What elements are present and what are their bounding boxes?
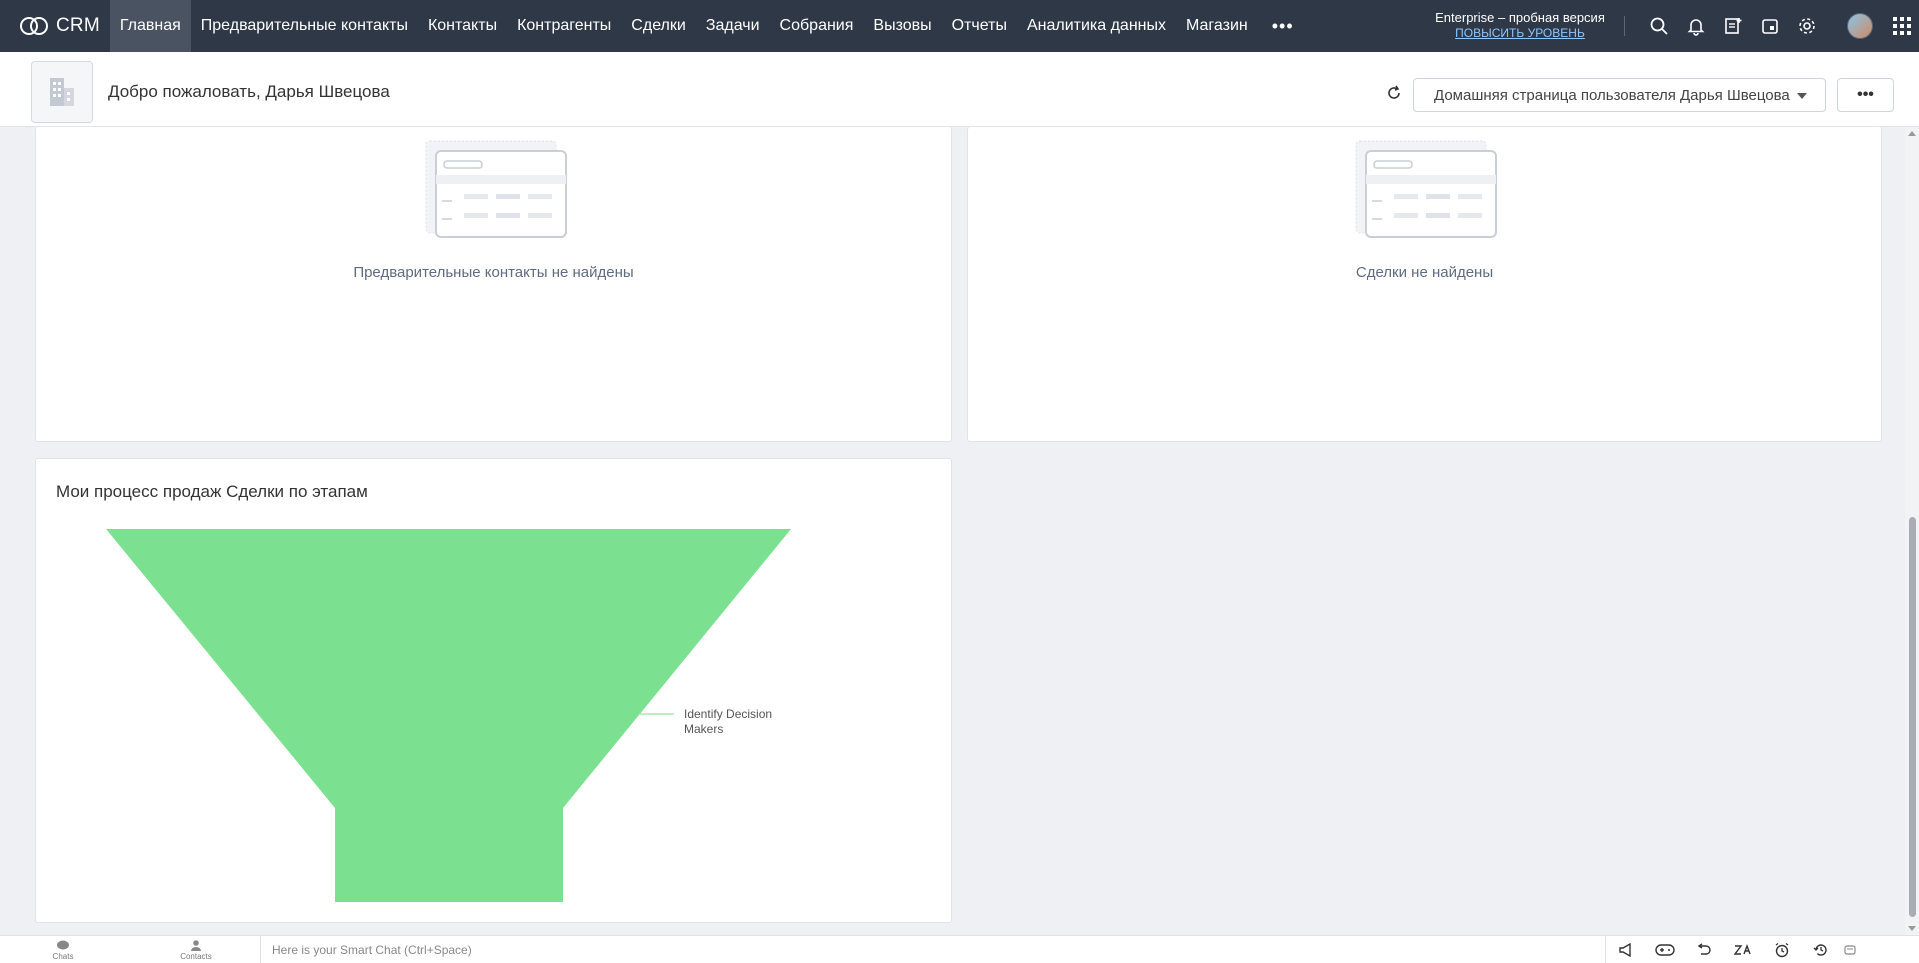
search-icon (1650, 17, 1668, 35)
upgrade-link[interactable]: ПОВЫСИТЬ УРОВЕНЬ (1430, 26, 1610, 41)
alarm-clock-icon (1775, 942, 1788, 958)
add-record-icon (1724, 18, 1741, 34)
chats-tab[interactable]: Chats (45, 936, 81, 963)
crm-logo-icon (20, 17, 48, 35)
person-icon (191, 939, 201, 951)
empty-table-illustration-icon (425, 140, 567, 238)
refresh-button[interactable] (1383, 82, 1405, 104)
calendar-button[interactable] (1751, 0, 1788, 52)
organization-logo[interactable] (31, 61, 93, 123)
notifications-button[interactable] (1677, 0, 1714, 52)
nav-divider (1624, 16, 1625, 36)
megaphone-icon (1618, 943, 1631, 957)
home-header: Добро пожаловать, Дарья Швецова Домашняя… (0, 52, 1919, 127)
tab-leads[interactable]: Предварительные контакты (191, 0, 418, 52)
scroll-thumb[interactable] (1909, 517, 1916, 917)
crm-logo[interactable]: CRM (0, 0, 110, 52)
building-icon (50, 78, 74, 106)
undo-button[interactable] (1684, 936, 1723, 963)
grid-apps-icon (1892, 17, 1911, 35)
gamepad-icon (1654, 944, 1675, 956)
tab-deals[interactable]: Сделки (621, 0, 696, 52)
bell-icon (1687, 19, 1704, 36)
tab-reports[interactable]: Отчеты (942, 0, 1017, 52)
scroll-down-arrow-icon[interactable] (1908, 926, 1916, 931)
welcome-message: Добро пожаловать, Дарья Швецова (108, 82, 390, 101)
footer-icon-group (1605, 936, 1860, 963)
tab-marketplace[interactable]: Магазин (1176, 0, 1258, 52)
bottom-bar: Chats Contacts Here is your Smart Chat (… (0, 935, 1919, 963)
tab-home[interactable]: Главная (109, 0, 191, 52)
module-tabs: Главная Предварительные контакты Контакт… (109, 0, 1308, 52)
chat-bubble-icon (57, 940, 69, 949)
contacts-tab[interactable]: Contacts (176, 936, 216, 963)
header-more-button[interactable]: ••• (1837, 78, 1894, 112)
user-avatar[interactable] (1847, 13, 1873, 39)
app-launcher-button[interactable] (1883, 0, 1919, 52)
announcements-button[interactable] (1606, 936, 1645, 963)
tab-tasks[interactable]: Задачи (696, 0, 770, 52)
tab-contacts[interactable]: Контакты (418, 0, 507, 52)
deals-widget: Сделки не найдены (967, 127, 1882, 442)
funnel-chart (106, 529, 791, 902)
history-button[interactable] (1801, 936, 1840, 963)
game-button[interactable] (1645, 936, 1684, 963)
create-new-button[interactable] (1714, 0, 1751, 52)
undo-arrow-icon (1697, 943, 1711, 955)
page-scrollbar[interactable] (1905, 127, 1919, 935)
edition-info: Enterprise – пробная версия ПОВЫСИТЬ УРО… (1430, 9, 1610, 41)
refresh-icon (1388, 85, 1400, 99)
home-page-selector[interactable]: Домашняя страница пользователя Дарья Шве… (1413, 78, 1826, 112)
calendar-icon (1761, 19, 1778, 34)
scroll-up-arrow-icon[interactable] (1908, 131, 1916, 136)
chats-label: Chats (52, 951, 74, 961)
more-tabs-button[interactable]: ••• (1258, 0, 1308, 52)
logo-text: CRM (56, 15, 100, 36)
nav-icon-group (1640, 0, 1919, 52)
funnel-stage-label: Identify Decision Makers (684, 707, 773, 736)
tab-calls[interactable]: Вызовы (863, 0, 941, 52)
empty-table-illustration-icon (1355, 140, 1497, 238)
alarm-button[interactable] (1762, 936, 1801, 963)
top-navigation-bar: CRM Главная Предварительные контакты Кон… (0, 0, 1919, 52)
history-clock-icon (1813, 944, 1827, 956)
edition-name: Enterprise – пробная версия (1435, 10, 1605, 25)
funnel-widget: Мои процесс продаж Сделки по этапам Iden… (35, 458, 952, 923)
leads-empty-message: Предварительные контакты не найдены (353, 264, 634, 281)
help-desk-icon (1844, 945, 1856, 955)
smart-chat-input[interactable]: Here is your Smart Chat (Ctrl+Space) (260, 936, 1605, 963)
tab-analytics[interactable]: Аналитика данных (1017, 0, 1176, 52)
settings-button[interactable] (1788, 0, 1825, 52)
translate-button[interactable] (1723, 936, 1762, 963)
home-page-selector-value: Домашняя страница пользователя Дарья Шве… (1434, 86, 1790, 104)
search-button[interactable] (1640, 0, 1677, 52)
contacts-label: Contacts (180, 951, 212, 961)
deals-empty-message: Сделки не найдены (1355, 264, 1494, 281)
leads-widget: Предварительные контакты не найдены (35, 127, 952, 442)
support-button[interactable] (1840, 936, 1860, 963)
gear-icon (1798, 18, 1815, 34)
chevron-down-icon (1797, 93, 1807, 99)
translate-icon (1733, 944, 1751, 955)
tab-accounts[interactable]: Контрагенты (507, 0, 621, 52)
tab-meetings[interactable]: Собрания (770, 0, 864, 52)
